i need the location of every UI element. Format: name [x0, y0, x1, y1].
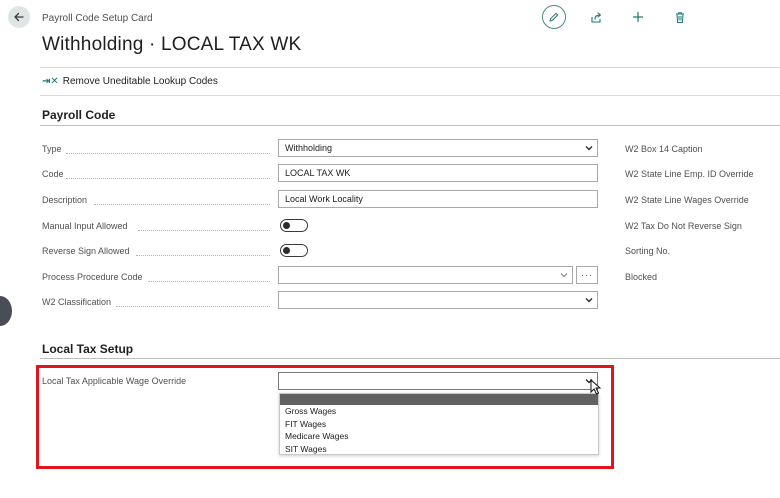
- pencil-icon: [549, 12, 559, 22]
- type-select[interactable]: Withholding: [278, 139, 598, 157]
- side-circle: [0, 296, 12, 326]
- breadcrumb: Payroll Code Setup Card: [42, 13, 153, 24]
- manual-input-label: Manual Input Allowed: [42, 221, 128, 231]
- page-title: Withholding · LOCAL TAX WK: [42, 34, 302, 55]
- process-procedure-more-button[interactable]: ···: [576, 266, 598, 284]
- reverse-sign-toggle[interactable]: [280, 244, 308, 257]
- w2-box14-label: W2 Box 14 Caption: [625, 144, 703, 154]
- share-icon: [590, 11, 601, 23]
- w2-state-wages-label: W2 State Line Wages Override: [625, 195, 749, 205]
- w2-classification-leader: [116, 306, 270, 307]
- type-value: Withholding: [285, 143, 333, 153]
- chevron-down-icon: [585, 298, 593, 303]
- manual-input-leader: [138, 230, 270, 231]
- reverse-sign-label: Reverse Sign Allowed: [42, 246, 130, 256]
- add-button[interactable]: [629, 8, 647, 26]
- w2-state-emp-label: W2 State Line Emp. ID Override: [625, 169, 754, 179]
- code-leader: [66, 178, 270, 179]
- section-divider: [40, 125, 780, 126]
- remove-lookup-codes-action[interactable]: ⇥✕ Remove Uneditable Lookup Codes: [42, 76, 218, 87]
- reverse-sign-leader: [136, 255, 270, 256]
- action-divider: [40, 95, 780, 96]
- manual-input-toggle[interactable]: [280, 219, 308, 232]
- chevron-down-icon: [585, 146, 593, 151]
- sorting-no-label: Sorting No.: [625, 246, 671, 256]
- arrow-left-icon: [14, 12, 24, 22]
- toggle-knob: [283, 247, 290, 254]
- chevron-down-icon: [560, 273, 568, 278]
- type-leader: [66, 153, 270, 154]
- back-button[interactable]: [8, 6, 30, 28]
- section-title-payroll-code: Payroll Code: [42, 108, 116, 122]
- description-leader: [94, 204, 270, 205]
- trash-icon: [676, 11, 684, 23]
- code-value: LOCAL TAX WK: [285, 168, 351, 178]
- process-procedure-leader: [148, 281, 270, 282]
- w2-tax-reverse-label: W2 Tax Do Not Reverse Sign: [625, 221, 742, 231]
- plus-icon: [632, 11, 644, 23]
- type-label: Type: [42, 144, 62, 154]
- w2-classification-select[interactable]: [278, 291, 598, 309]
- header-divider: [40, 67, 780, 68]
- delete-button[interactable]: [671, 8, 689, 26]
- code-label: Code: [42, 169, 64, 179]
- code-field[interactable]: LOCAL TAX WK: [278, 164, 598, 182]
- toggle-knob: [283, 222, 290, 229]
- description-field[interactable]: Local Work Locality: [278, 190, 598, 208]
- section-title-local-tax: Local Tax Setup: [42, 342, 134, 356]
- w2-classification-label: W2 Classification: [42, 297, 112, 307]
- description-label: Description: [42, 195, 88, 205]
- remove-lookup-icon: ⇥✕: [42, 76, 59, 87]
- edit-button[interactable]: [542, 5, 566, 29]
- process-procedure-label: Process Procedure Code: [42, 272, 143, 282]
- process-procedure-select[interactable]: [278, 266, 573, 284]
- share-button[interactable]: [587, 8, 605, 26]
- section-divider: [40, 358, 780, 359]
- remove-lookup-label: Remove Uneditable Lookup Codes: [62, 76, 218, 87]
- description-value: Local Work Locality: [285, 194, 363, 204]
- highlight-box: [36, 365, 614, 469]
- blocked-label: Blocked: [625, 272, 658, 282]
